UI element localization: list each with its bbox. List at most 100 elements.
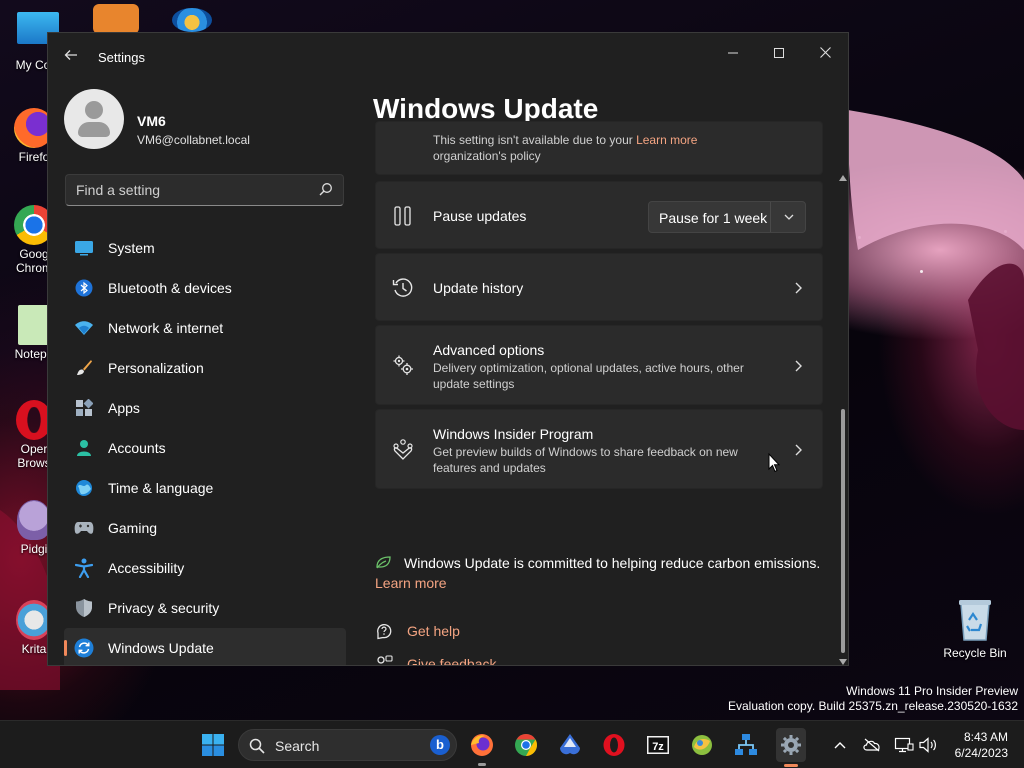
search-icon[interactable] (319, 182, 333, 196)
get-help-link[interactable]: Get help (407, 623, 460, 639)
maximize-button[interactable] (756, 39, 802, 69)
advanced-options-desc: Delivery optimization, optional updates,… (433, 361, 744, 391)
pause-icon (394, 206, 411, 226)
taskbar-app-vlc[interactable] (688, 731, 716, 759)
leaf-icon (376, 556, 391, 569)
policy-notice-prefix: This setting isn't available due to your (433, 133, 633, 147)
sidebar-item-accounts[interactable]: Accounts (64, 428, 346, 468)
running-indicator (478, 763, 486, 766)
taskbar-app-network[interactable] (732, 731, 760, 759)
nav-list: System Bluetooth & devices Network & int… (64, 228, 346, 665)
avatar (64, 89, 124, 149)
scroll-thumb[interactable] (841, 409, 845, 653)
window-title: Settings (98, 50, 145, 65)
pause-duration-dropdown[interactable]: Pause for 1 week (648, 201, 806, 233)
desktop-icon-label: Recycle Bin (943, 646, 1007, 660)
content-scrollbar[interactable] (838, 175, 848, 665)
sidebar: VM6 VM6@collabnet.local System Bluetooth… (48, 81, 358, 665)
policy-learn-more-link[interactable]: Learn more (636, 133, 697, 147)
history-icon (392, 278, 413, 297)
insider-program-title: Windows Insider Program (433, 426, 594, 442)
sidebar-item-label: Privacy & security (108, 600, 220, 616)
bing-icon[interactable]: b (430, 735, 450, 755)
close-button[interactable] (802, 39, 848, 69)
close-icon (819, 47, 831, 58)
taskbar-app-firefox[interactable] (468, 731, 496, 766)
desktop-icon-recycle-bin[interactable]: Recycle Bin (935, 598, 1015, 660)
maximize-icon (774, 48, 784, 58)
carbon-learn-more-link[interactable]: Learn more (375, 575, 447, 591)
start-button[interactable] (199, 731, 227, 759)
cloud-offline-icon (863, 738, 880, 752)
sidebar-item-time-language[interactable]: Time & language (64, 468, 346, 508)
sidebar-item-label: Gaming (108, 520, 158, 536)
update-icon (74, 638, 94, 658)
network-tray[interactable] (894, 735, 914, 755)
desktop-icon-app[interactable] (152, 8, 232, 34)
sidebar-item-label: Time & language (108, 480, 214, 496)
settings-window: Settings VM6 VM6@collabnet.local System (47, 32, 849, 666)
scroll-up-arrow-icon[interactable] (839, 175, 847, 181)
shield-icon (74, 598, 94, 618)
sidebar-item-accessibility[interactable]: Accessibility (64, 548, 346, 588)
update-history-title: Update history (433, 280, 524, 296)
gears-icon (393, 355, 413, 375)
back-button[interactable] (60, 47, 82, 69)
user-email: VM6@collabnet.local (137, 133, 250, 147)
sidebar-item-apps[interactable]: Apps (64, 388, 346, 428)
chrome-icon (515, 734, 537, 756)
7zip-icon: 7z (647, 736, 669, 754)
insider-hearts-icon (393, 439, 413, 460)
brush-icon (74, 358, 94, 378)
give-feedback-link[interactable]: Give feedback (407, 656, 497, 665)
sidebar-item-system[interactable]: System (64, 228, 346, 268)
settings-search[interactable] (65, 174, 344, 206)
accounts-icon (74, 438, 94, 458)
watermark-line: Evaluation copy. Build 25375.zn_release.… (728, 699, 1018, 713)
show-hidden-icons-button[interactable] (830, 735, 850, 755)
sidebar-item-gaming[interactable]: Gaming (64, 508, 346, 548)
taskbar-search-label: Search (275, 738, 320, 754)
chevron-up-icon (834, 742, 846, 749)
taskbar-app-opera[interactable] (600, 731, 628, 759)
sidebar-item-network[interactable]: Network & internet (64, 308, 346, 348)
settings-icon (781, 735, 801, 755)
watermark-line: Windows 11 Pro Insider Preview (846, 684, 1018, 698)
search-icon (249, 738, 265, 754)
advanced-options-title: Advanced options (433, 342, 545, 358)
taskbar-app-7zip[interactable]: 7z (644, 731, 672, 759)
title-bar[interactable]: Settings (48, 33, 848, 81)
sidebar-item-label: Bluetooth & devices (108, 280, 232, 296)
search-input[interactable] (66, 175, 343, 205)
taskbar-app-chrome[interactable] (512, 731, 540, 759)
advanced-options-card[interactable]: Advanced options Delivery optimization, … (375, 325, 823, 405)
recycle-bin-icon (959, 600, 991, 641)
sidebar-item-bluetooth[interactable]: Bluetooth & devices (64, 268, 346, 308)
volume-tray[interactable] (918, 735, 938, 755)
pause-updates-card: Pause updates Pause for 1 week (375, 181, 823, 249)
help-icon (377, 623, 392, 640)
accessibility-icon (74, 558, 94, 578)
carbon-notice-text: Windows Update is committed to helping r… (404, 555, 821, 571)
network-app-icon (735, 734, 757, 755)
update-history-card[interactable]: Update history (375, 253, 823, 321)
taskbar-app-inkscape[interactable] (556, 731, 584, 759)
insider-program-card[interactable]: Windows Insider Program Get preview buil… (375, 409, 823, 489)
taskbar-search[interactable]: Search b (238, 729, 457, 761)
taskbar: Search b 7z 8:43 AM 6/24/2023 (0, 720, 1024, 768)
sidebar-item-privacy-security[interactable]: Privacy & security (64, 588, 346, 628)
chevron-down-icon[interactable] (783, 212, 795, 222)
sidebar-item-windows-update[interactable]: Windows Update (64, 628, 346, 665)
minimize-button[interactable] (710, 39, 756, 69)
onedrive-tray[interactable] (862, 735, 882, 755)
taskbar-clock[interactable]: 8:43 AM 6/24/2023 (955, 729, 1008, 761)
pidgin-icon (17, 500, 51, 540)
mouse-cursor-icon (768, 453, 780, 473)
scroll-down-arrow-icon[interactable] (839, 659, 847, 665)
apps-icon (74, 398, 94, 418)
policy-notice-line2: organization's policy (433, 149, 541, 163)
taskbar-app-settings[interactable] (776, 728, 806, 767)
gamepad-icon (74, 518, 94, 538)
sidebar-item-personalization[interactable]: Personalization (64, 348, 346, 388)
sidebar-item-label: Accessibility (108, 560, 185, 576)
